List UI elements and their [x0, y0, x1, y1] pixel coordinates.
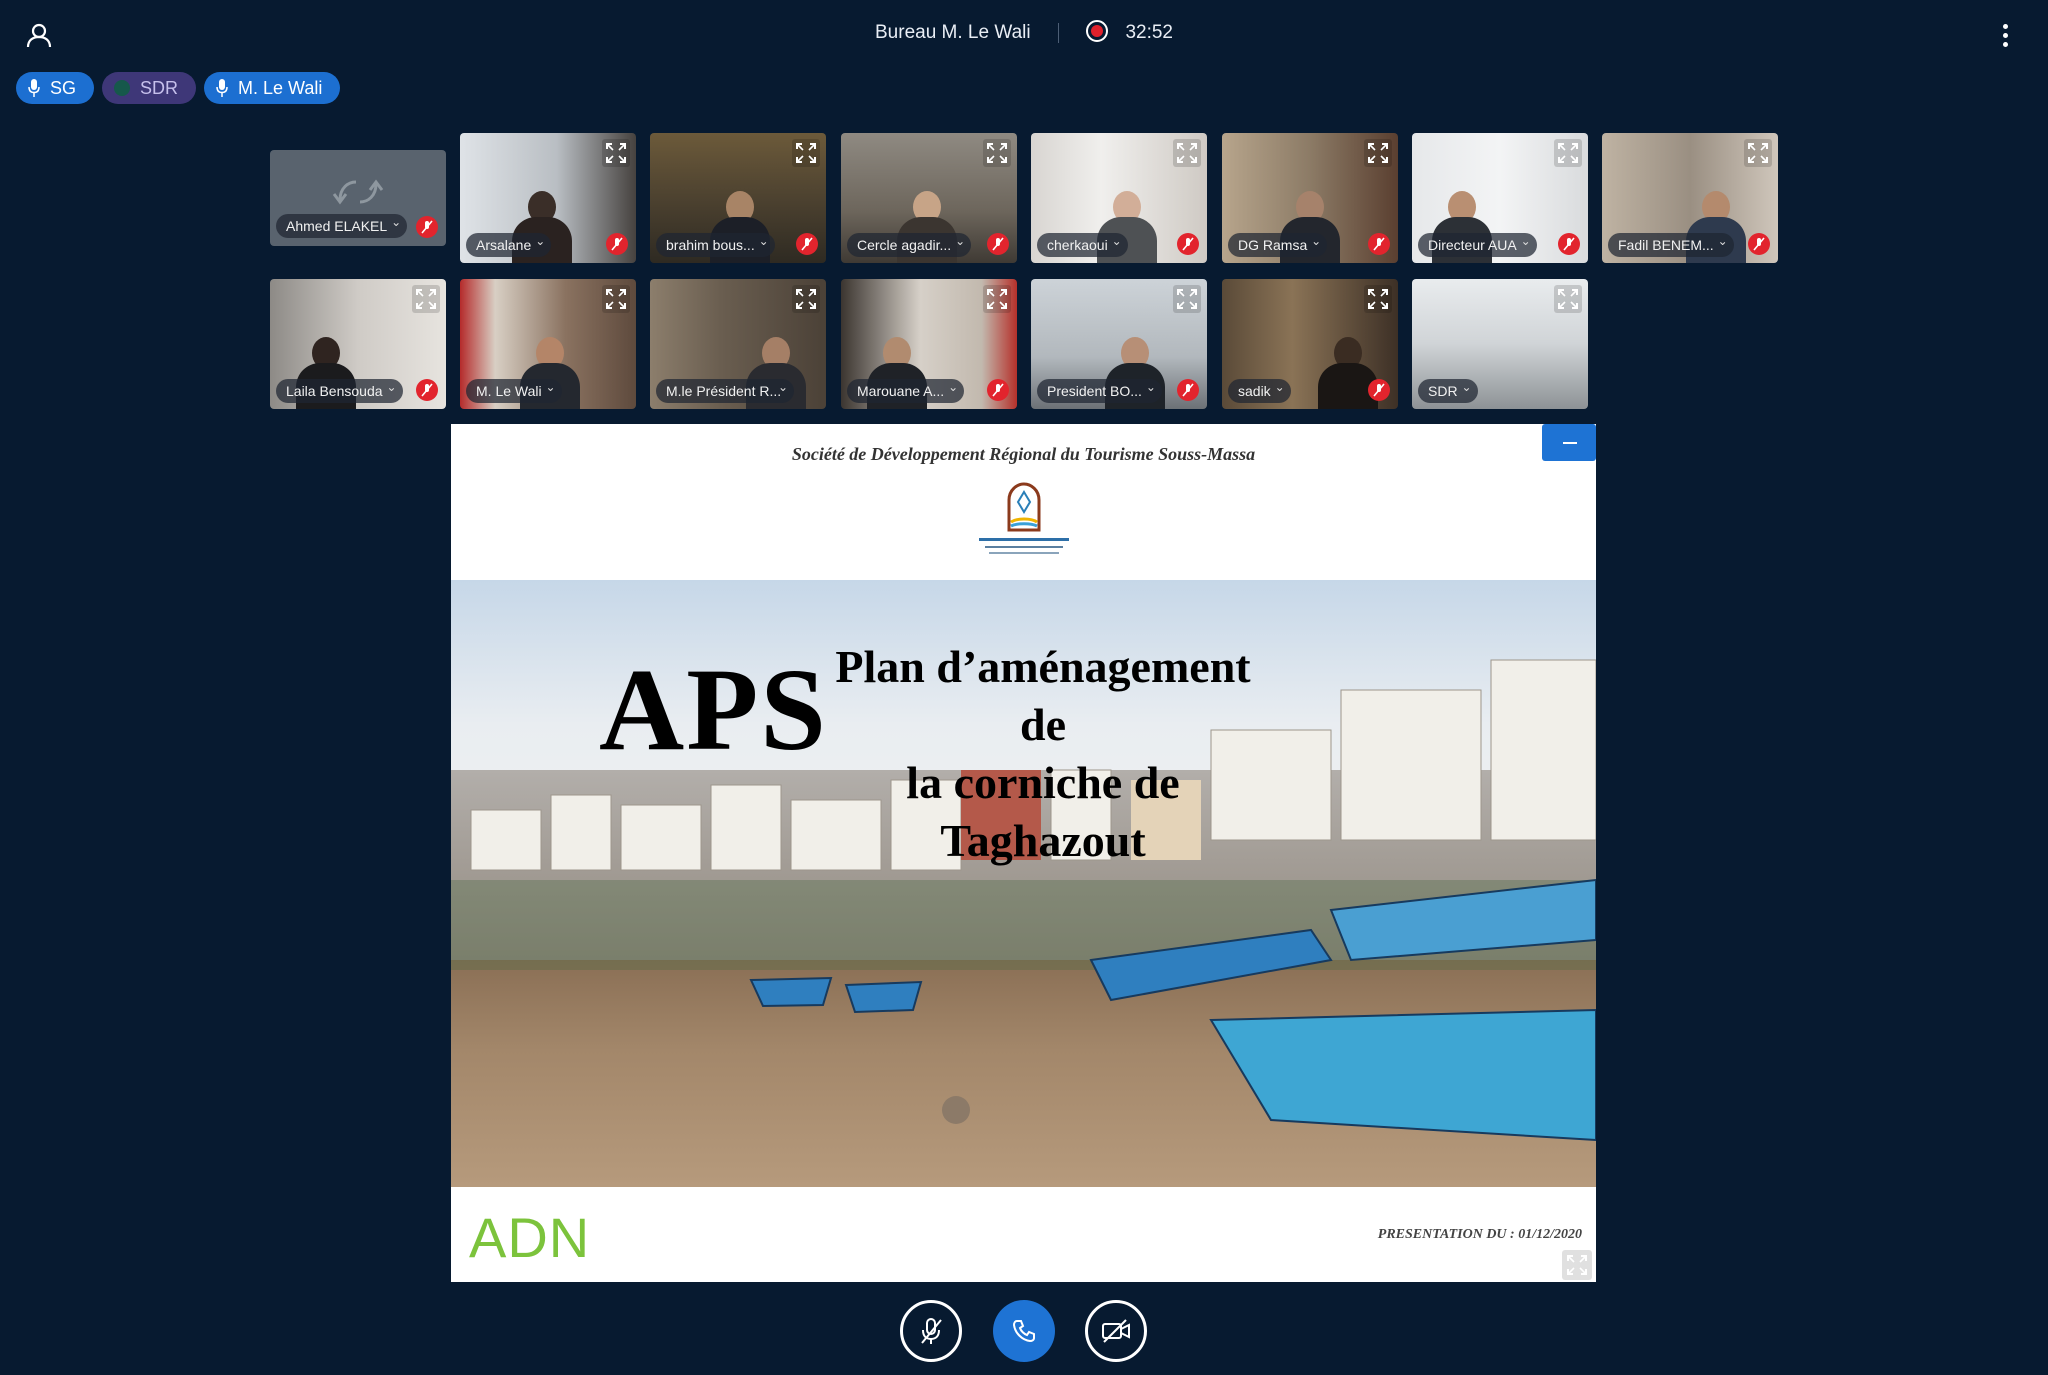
meeting-title: Bureau M. Le Wali [875, 22, 1031, 44]
participant-name[interactable]: Arsalane [466, 233, 552, 257]
participant-tile[interactable]: M.le Président R... [650, 279, 826, 409]
active-speakers: SG SDR M. Le Wali [16, 72, 341, 104]
participant-name[interactable]: brahim bous... [656, 233, 775, 257]
expand-icon[interactable] [1364, 139, 1392, 167]
expand-icon[interactable] [1364, 285, 1392, 313]
participant-name[interactable]: Laila Bensouda [276, 379, 403, 403]
participant-tile[interactable]: DG Ramsa [1222, 133, 1398, 263]
mic-off-icon [416, 379, 438, 401]
status-dot [114, 80, 131, 96]
mic-off-icon [796, 233, 818, 255]
slide-headline-aps: APS [599, 644, 828, 775]
mic-off-icon [1177, 233, 1199, 255]
mic-off-icon [1368, 233, 1390, 255]
hang-up-button[interactable] [993, 1300, 1055, 1362]
participant-tile[interactable]: Fadil BENEM... [1602, 133, 1778, 263]
expand-icon[interactable] [1173, 285, 1201, 313]
participant-tile[interactable]: Marouane A... [841, 279, 1017, 409]
expand-icon[interactable] [602, 285, 630, 313]
more-vert-icon[interactable] [2000, 24, 2010, 50]
participant-name[interactable]: SDR [1418, 379, 1478, 403]
mic-off-icon [1558, 233, 1580, 255]
participant-tile[interactable]: President BO... [1031, 279, 1207, 409]
participant-video [1318, 337, 1378, 409]
expand-icon[interactable] [412, 285, 440, 313]
mic-off-icon [416, 216, 438, 238]
participant-tile[interactable]: cherkaoui [1031, 133, 1207, 263]
speaker-chip-label: SG [50, 77, 77, 98]
participant-name[interactable]: Ahmed ELAKEL [276, 214, 408, 238]
expand-icon[interactable] [1554, 285, 1582, 313]
participant-name[interactable]: M.le Président R... [656, 379, 794, 403]
expand-icon[interactable] [983, 139, 1011, 167]
mic-off-icon [606, 233, 628, 255]
participant-name[interactable]: cherkaoui [1037, 233, 1128, 257]
slide-header: Société de Développement Régional du Tou… [451, 424, 1596, 580]
expand-icon[interactable] [792, 285, 820, 313]
mic-off-icon [1177, 379, 1199, 401]
participant-tile[interactable]: Arsalane [460, 133, 636, 263]
mic-off-icon [921, 1318, 942, 1344]
participant-tile[interactable]: Cercle agadir... [841, 133, 1017, 263]
recording-time: 32:52 [1125, 22, 1173, 44]
divider [1057, 23, 1059, 43]
speaker-chip-label: M. Le Wali [238, 77, 323, 98]
expand-icon[interactable] [1554, 139, 1582, 167]
taghazout-photo: APS Plan d’aménagement de la corniche de… [451, 580, 1596, 1187]
slide-headline-line1: Plan d’aménagement de [835, 641, 1251, 750]
expand-icon[interactable] [1744, 139, 1772, 167]
speaker-chip-sg[interactable]: SG [16, 72, 95, 104]
mic-off-icon [1368, 379, 1390, 401]
switch-camera-icon[interactable] [332, 170, 384, 214]
presentation-date: PRESENTATION DU : 01/12/2020 [1377, 1227, 1582, 1242]
expand-icon[interactable] [1173, 139, 1201, 167]
meeting-status: Bureau M. Le Wali 32:52 [0, 20, 2048, 44]
slide-footer: ADN PRESENTATION DU : 01/12/2020 [451, 1187, 1596, 1282]
participant-name[interactable]: Directeur AUA [1418, 233, 1537, 257]
participant-name[interactable]: Fadil BENEM... [1608, 233, 1734, 257]
slide-headline-line2: la corniche de Taghazout [906, 757, 1180, 866]
expand-icon[interactable] [602, 139, 630, 167]
participant-name[interactable]: DG Ramsa [1228, 233, 1328, 257]
participant-name[interactable]: M. Le Wali [466, 379, 562, 403]
slide-headline: Plan d’aménagement de la corniche de Tag… [823, 638, 1263, 870]
participant-name[interactable]: sadik [1228, 379, 1291, 403]
minimize-slide-button[interactable] [1542, 424, 1596, 461]
mic-off-icon [987, 233, 1009, 255]
expand-icon[interactable] [983, 285, 1011, 313]
speaker-chip-label: SDR [140, 77, 179, 98]
expand-icon[interactable] [792, 139, 820, 167]
adn-logo: ADN [469, 1206, 591, 1269]
record-icon [1086, 20, 1109, 42]
participant-tile[interactable]: sadik [1222, 279, 1398, 409]
top-bar: Bureau M. Le Wali 32:52 [0, 0, 2048, 72]
participant-tile[interactable]: brahim bous... [650, 133, 826, 263]
participant-name[interactable]: Marouane A... [847, 379, 965, 403]
phone-icon [1012, 1320, 1035, 1343]
participant-tile[interactable]: Ahmed ELAKEL [270, 150, 446, 246]
participant-name[interactable]: Cercle agadir... [847, 233, 972, 257]
participant-name[interactable]: President BO... [1037, 379, 1162, 403]
speaker-chip-le-wali[interactable]: M. Le Wali [204, 72, 341, 104]
expand-icon[interactable] [1562, 1250, 1592, 1280]
sdr-logo [979, 482, 1069, 554]
mute-mic-button[interactable] [900, 1300, 962, 1362]
participant-tile[interactable]: SDR [1412, 279, 1588, 409]
mic-off-icon [1748, 233, 1770, 255]
mic-icon [28, 79, 40, 97]
slide-org-title: Société de Développement Régional du Tou… [791, 444, 1256, 464]
participant-tile[interactable]: M. Le Wali [460, 279, 636, 409]
mic-off-icon [987, 379, 1009, 401]
mic-icon [216, 79, 228, 97]
speaker-chip-sdr[interactable]: SDR [102, 72, 197, 104]
participant-tile[interactable]: Laila Bensouda [270, 279, 446, 409]
toggle-video-button[interactable] [1085, 1300, 1147, 1362]
shared-presentation: Société de Développement Régional du Tou… [451, 424, 1596, 1282]
participant-tile[interactable]: Directeur AUA [1412, 133, 1588, 263]
video-off-icon [1102, 1319, 1130, 1343]
